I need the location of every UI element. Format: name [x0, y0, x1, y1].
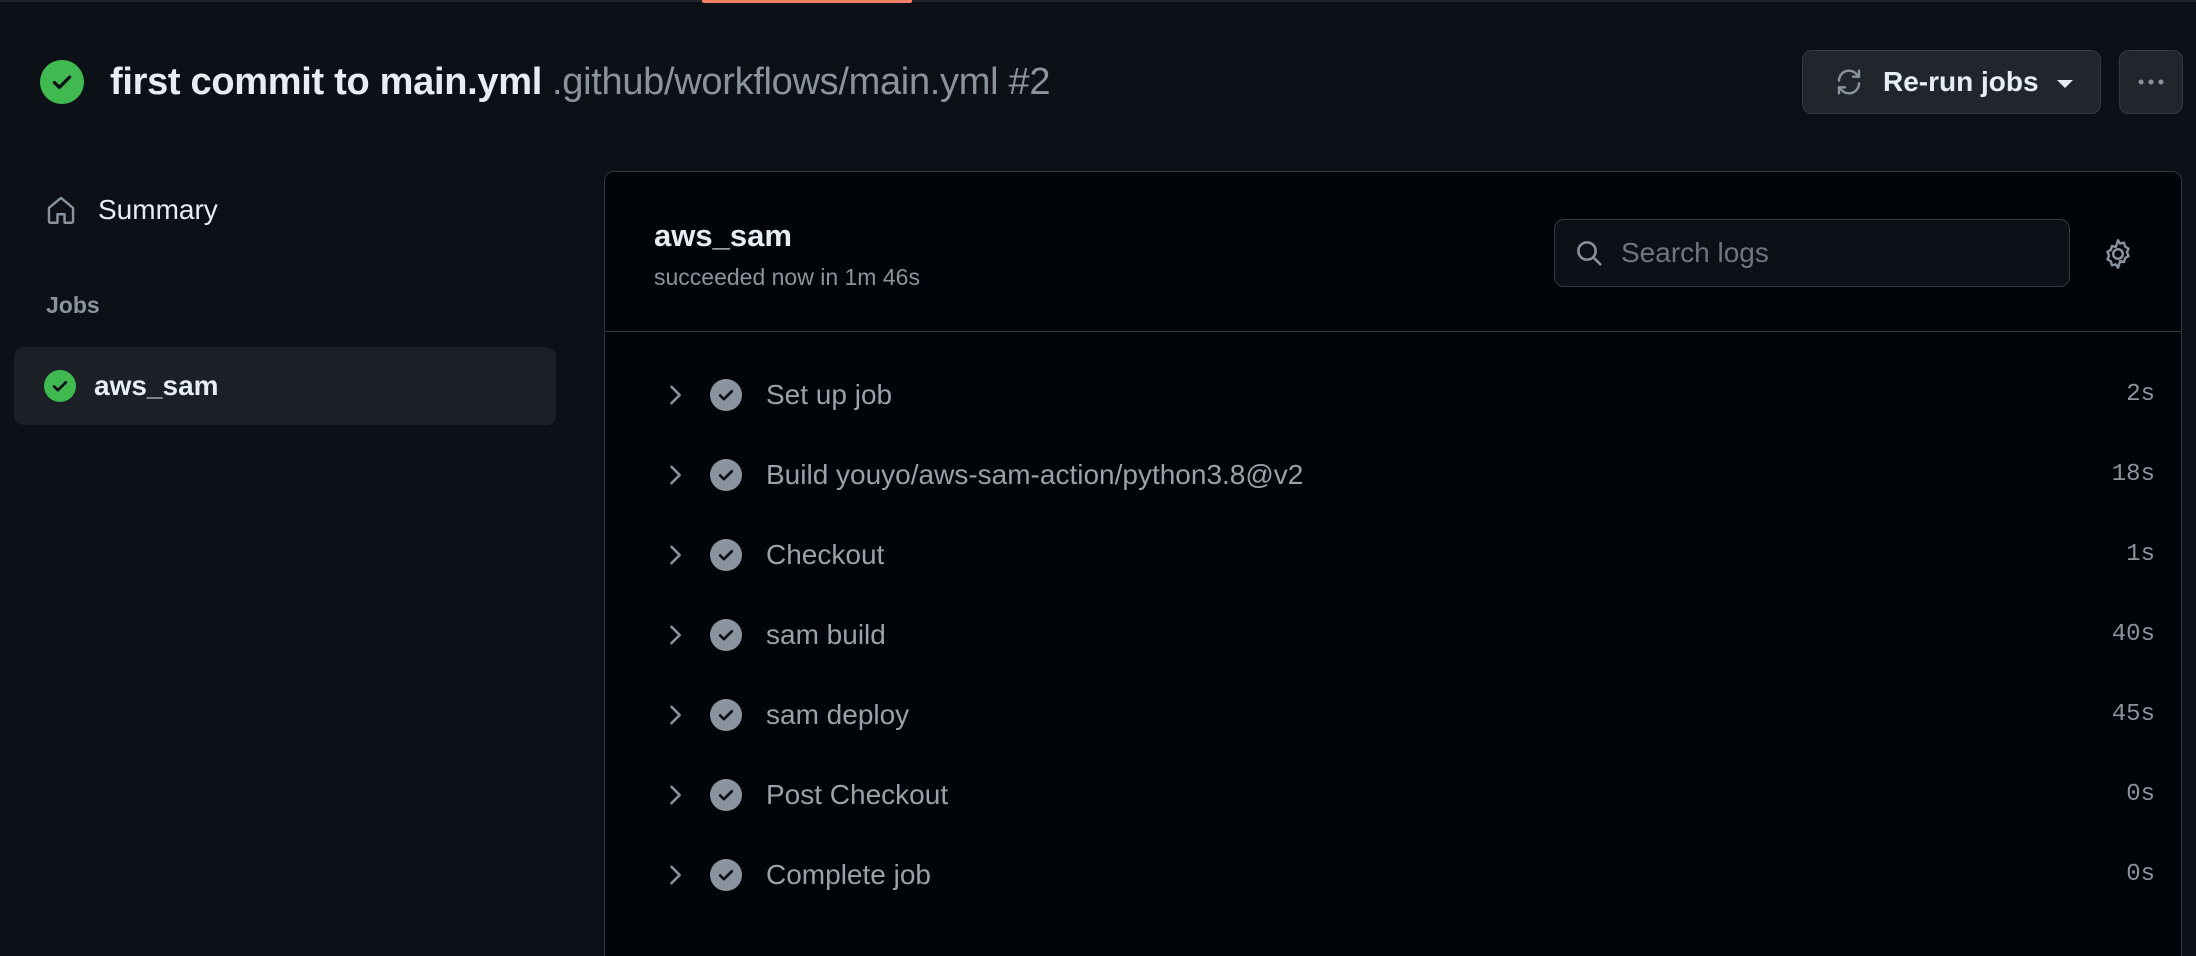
gear-icon[interactable]: [2100, 236, 2136, 272]
more-options-button[interactable]: [2119, 50, 2183, 114]
check-circle-icon: [710, 779, 742, 811]
sidebar-item-label: aws_sam: [94, 370, 219, 401]
step-row-checkout[interactable]: Checkout 1s: [605, 515, 2181, 595]
rerun-jobs-label: Re-run jobs: [1883, 66, 2039, 97]
workflow-run-page: first commit to main.yml .github/workflo…: [0, 0, 2196, 956]
steps-list: Set up job 2s Build youyo/aws-sam-action…: [605, 355, 2181, 915]
check-circle-icon: [710, 379, 742, 411]
caret-down-icon: [2056, 80, 2073, 88]
step-name: Post Checkout: [766, 779, 949, 810]
step-duration: 45s: [2111, 701, 2155, 728]
search-icon: [1577, 241, 1602, 266]
check-circle-icon: [710, 619, 742, 651]
step-name: Complete job: [766, 859, 931, 890]
step-row-post-checkout[interactable]: Post Checkout 0s: [605, 755, 2181, 835]
rerun-jobs-button[interactable]: Re-run jobs: [1802, 50, 2101, 114]
step-name: Set up job: [766, 379, 893, 410]
chevron-right-icon: [670, 865, 681, 885]
step-name: sam build: [766, 619, 886, 650]
step-row-set-up-job[interactable]: Set up job 2s: [605, 355, 2181, 435]
step-name: Build youyo/aws-sam-action/python3.8@v2: [766, 459, 1304, 490]
check-circle-icon: [710, 699, 742, 731]
kebab-horizontal-icon: [2138, 79, 2164, 85]
jobs-heading: Jobs: [46, 292, 100, 318]
run-header: first commit to main.yml .github/workflo…: [40, 56, 1050, 108]
workflow-path: .github/workflows/main.yml #2: [552, 60, 1051, 103]
top-border: [0, 0, 2196, 2]
chevron-right-icon: [670, 545, 681, 565]
active-tab-indicator: [702, 0, 912, 3]
check-circle-icon: [40, 60, 84, 104]
chevron-right-icon: [670, 705, 681, 725]
sidebar-item-label: Summary: [98, 194, 218, 225]
step-duration: 1s: [2126, 541, 2155, 568]
step-duration: 2s: [2126, 381, 2155, 408]
chevron-right-icon: [670, 385, 681, 405]
step-duration: 0s: [2126, 861, 2155, 888]
job-log-panel: aws_sam succeeded now in 1m 46s Set up j…: [604, 171, 2182, 956]
chevron-right-icon: [670, 625, 681, 645]
check-circle-icon: [710, 859, 742, 891]
search-input[interactable]: [1621, 237, 2041, 269]
sidebar-item-job[interactable]: aws_sam: [14, 347, 556, 425]
step-row-sam-deploy[interactable]: sam deploy 45s: [605, 675, 2181, 755]
check-circle-icon: [44, 370, 76, 402]
step-duration: 18s: [2111, 461, 2155, 488]
step-duration: 0s: [2126, 781, 2155, 808]
job-title: aws_sam: [654, 218, 792, 253]
chevron-right-icon: [670, 465, 681, 485]
chevron-right-icon: [670, 785, 681, 805]
job-status-text: succeeded now in 1m 46s: [654, 264, 920, 290]
job-header: aws_sam succeeded now in 1m 46s: [605, 172, 2181, 332]
run-title: first commit to main.yml: [110, 60, 542, 103]
sync-icon: [1837, 69, 1861, 95]
step-row-complete-job[interactable]: Complete job 0s: [605, 835, 2181, 915]
check-circle-icon: [710, 459, 742, 491]
step-row-sam-build[interactable]: sam build 40s: [605, 595, 2181, 675]
home-icon: [47, 196, 75, 224]
sidebar-item-summary[interactable]: Summary: [14, 170, 556, 250]
step-duration: 40s: [2111, 621, 2155, 648]
step-name: Checkout: [766, 539, 885, 570]
check-circle-icon: [710, 539, 742, 571]
step-row-build-action[interactable]: Build youyo/aws-sam-action/python3.8@v2 …: [605, 435, 2181, 515]
search-logs-field[interactable]: [1554, 219, 2070, 287]
step-name: sam deploy: [766, 699, 910, 730]
